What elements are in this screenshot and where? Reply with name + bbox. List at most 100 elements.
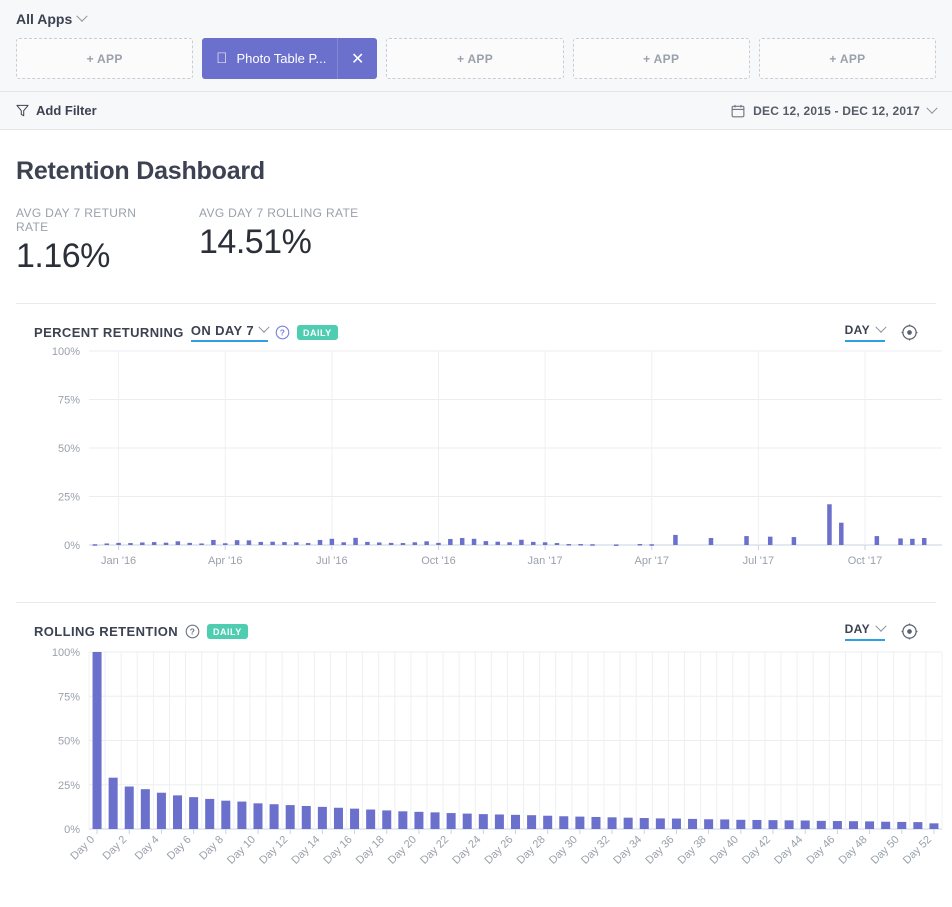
chart-bar [767,536,773,545]
chart-bar [673,534,678,545]
add-filter-button[interactable]: Add Filter [16,103,97,118]
day-metric-dropdown[interactable]: ON DAY 7 [190,321,270,342]
chart-bar [156,792,166,829]
chart-bar [708,538,714,545]
chart-bar [128,543,133,545]
svg-text:Day 22: Day 22 [418,834,451,867]
chevron-down-icon [875,321,887,333]
granularity-dropdown[interactable]: DAY [844,321,887,342]
chart-bar [865,821,875,829]
svg-text:75%: 75% [58,691,80,703]
all-apps-selector[interactable]: All Apps [16,0,936,38]
chart-bar [222,543,228,545]
rolling-retention-card: ROLLING RETENTION ? DAILY DAY 0% 25% 50%… [16,603,943,907]
svg-text:100%: 100% [52,647,80,659]
chart-bar [365,541,370,545]
percent-returning-chart: 0% 25% 50% 75% 100% Jan '16 Apr '16 Jul '16 Oct … [34,343,942,588]
chart-bar [752,819,762,829]
chart-bar [531,541,536,545]
chart-bar [353,537,358,545]
chart-bar [800,820,810,829]
chart-bar [211,539,216,545]
svg-text:Day 4: Day 4 [133,834,162,863]
chart-bar [816,820,826,829]
apple-icon:  [216,51,227,66]
chart-bar [791,537,797,545]
help-circle-icon[interactable]: ? [185,624,200,639]
svg-text:Jul '16: Jul '16 [316,555,347,567]
chart-bar [688,818,698,829]
svg-text:Day 8: Day 8 [197,834,226,863]
svg-text:Day 24: Day 24 [450,834,483,867]
chart-bar [655,818,665,829]
close-icon[interactable]: ✕ [337,38,377,79]
chart-bar [471,538,477,545]
chart-bar [542,542,548,545]
chart-bar [446,813,456,829]
chart-bar [388,542,394,545]
rolling-retention-chart: 0% 25% 50% 75% 100% Day 0 Day 2 Day 4 Day 6 Day 8… [34,642,943,907]
chart-bar [175,541,181,545]
chart-bar [510,814,521,829]
add-app-label: + APP [456,51,494,66]
gear-icon[interactable] [901,324,918,341]
svg-text:?: ? [190,626,196,636]
day-metric-label: ON DAY 7 [190,322,254,338]
svg-text:Day 32: Day 32 [579,834,612,867]
chart-bar [92,652,102,829]
chart-bar [832,821,842,829]
chart-bar [104,543,110,545]
chart-bar [848,821,858,829]
chart-bar [258,541,264,545]
chart-bar [929,823,939,829]
svg-text:Day 18: Day 18 [354,834,387,867]
chart-bar [839,522,844,545]
chart-bar [494,814,504,829]
svg-text:Day 12: Day 12 [257,834,290,867]
app-tab-add[interactable]: + APP [386,38,564,79]
app-tab-active[interactable]: Photo Table P...✕ [202,38,378,79]
app-tab-add[interactable]: + APP [758,38,937,79]
gear-icon[interactable] [901,623,918,640]
card-title: PERCENT RETURNING ON DAY 7 ? DAILY [34,321,338,342]
chart-bar [234,540,240,545]
chart-bar [543,815,553,829]
chart-bar [350,808,360,829]
chevron-down-icon [875,620,887,632]
svg-text:Day 46: Day 46 [804,834,837,867]
chart-bar [237,801,247,829]
card-title-prefix: ROLLING RETENTION [34,623,179,639]
chart-bar [613,544,619,546]
granularity-dropdown[interactable]: DAY [844,620,887,641]
chart-bar [140,542,145,545]
chart-bar [566,544,572,546]
svg-text:Day 52: Day 52 [901,834,934,867]
filter-bar: Add Filter DEC 12, 2015 - DEC 12, 2017 [0,92,952,130]
app-tab-add[interactable]: + APP [16,38,194,79]
chart-bar [140,789,150,829]
help-circle-icon[interactable]: ? [275,325,290,340]
add-app-label: + APP [829,51,866,66]
chart-bar [744,536,749,545]
add-filter-label: Add Filter [36,103,97,118]
card-title: ROLLING RETENTION ? DAILY [34,623,248,639]
chart-bar [424,541,429,545]
chart-bar [448,538,453,545]
chevron-down-icon [76,10,88,22]
chart-bar [462,813,472,829]
svg-text:Day 30: Day 30 [547,834,580,867]
chart-bar [270,541,275,545]
chart-bar [637,544,643,546]
chart-bar [881,821,891,829]
page-title: Retention Dashboard [16,157,265,185]
svg-text:Jan '17: Jan '17 [528,555,563,567]
svg-text:Day 6: Day 6 [165,834,194,863]
app-tab-add[interactable]: + APP [572,38,750,79]
date-range-picker[interactable]: DEC 12, 2015 - DEC 12, 2017 [731,102,938,118]
chart-bar [575,816,585,829]
kpi-value: 1.16% [16,237,110,275]
granularity-label: DAY [844,322,870,337]
granularity-badge: DAILY [207,623,248,639]
top-bar: All Apps + APPPhoto Table P...✕+ APP+ A… [0,0,952,92]
app-tab-list: + APPPhoto Table P...✕+ APP+ APP+ APP [16,38,937,91]
